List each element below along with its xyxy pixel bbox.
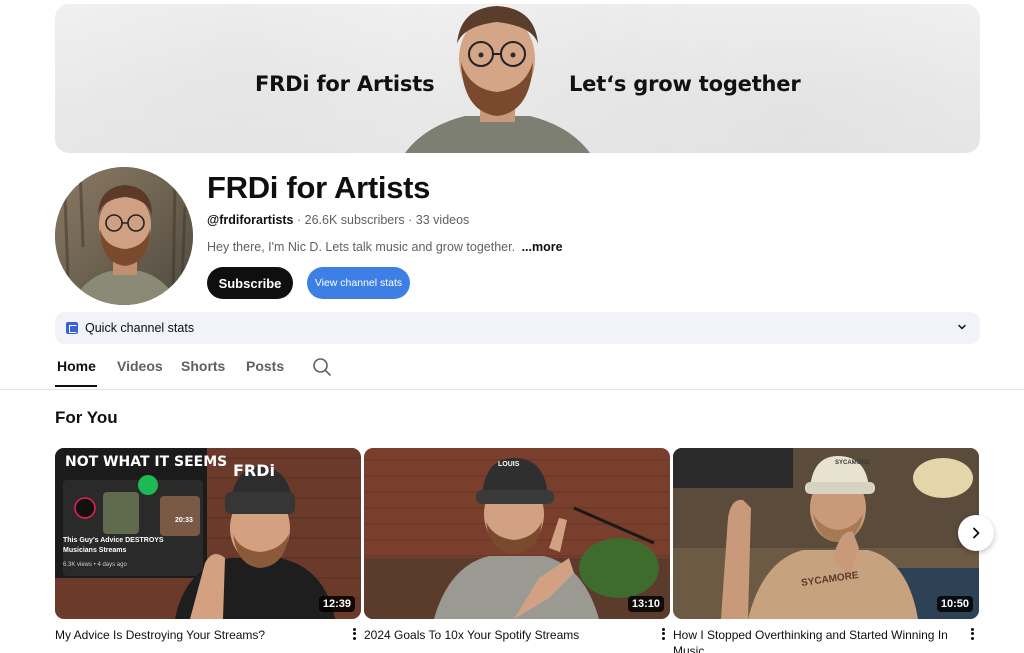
tab-videos[interactable]: Videos [117,358,163,386]
avatar-portrait [55,167,193,305]
more-options-icon[interactable] [969,626,975,642]
channel-description[interactable]: Hey there, I'm Nic D. Lets talk music an… [207,240,563,254]
channel-name: FRDi for Artists [207,170,431,205]
thumbnail-image [364,448,670,619]
thumbnail-image [55,448,361,619]
banner-right-text: Let‘s grow together [569,72,801,96]
channel-meta: @frdiforartists · 26.6K subscribers · 33… [207,213,469,227]
video-title[interactable]: My Advice Is Destroying Your Streams? [55,627,335,643]
video-card[interactable]: NOT WHAT IT SEEMS FRDi This Guy's Advice… [55,448,361,642]
video-title[interactable]: 2024 Goals To 10x Your Spotify Streams [364,627,644,643]
meta-separator: · [293,213,305,227]
quick-stats-label: Quick channel stats [85,321,195,335]
thumbnail-inner-duration: 20:33 [175,517,193,524]
chevron-down-icon[interactable] [956,321,968,333]
channel-avatar[interactable] [55,167,193,305]
video-duration: 13:10 [627,596,664,612]
thumbnail-headline: NOT WHAT IT SEEMS [65,454,228,470]
subscriber-count: 26.6K subscribers [304,213,405,227]
view-channel-stats-button[interactable]: View channel stats [307,267,410,299]
tabs-divider [0,389,1024,390]
thumbnail-cap-text: FRDi [233,461,276,480]
video-thumbnail[interactable]: SYCAMORE SYCAMORE 10:50 [673,448,979,619]
more-options-icon[interactable] [660,626,666,642]
channel-handle[interactable]: @frdiforartists [207,213,294,227]
thumbnail-cap-text: SYCAMORE [835,460,870,466]
tab-posts[interactable]: Posts [246,358,284,386]
video-card[interactable]: SYCAMORE SYCAMORE 10:50 How I Stopped Ov… [673,448,979,653]
thumbnail-inner-title: This Guy's Advice DESTROYS Musicians Str… [63,537,164,554]
tab-home[interactable]: Home [57,358,96,386]
thumbnail-cap-text: LOUIS [498,461,520,468]
chevron-right-icon [973,527,980,539]
thumbnail-image [673,448,979,619]
tab-shorts[interactable]: Shorts [181,358,225,386]
video-title[interactable]: How I Stopped Overthinking and Started W… [673,627,953,653]
search-icon[interactable] [312,357,332,377]
video-thumbnail[interactable]: LOUIS 13:10 [364,448,670,619]
more-link[interactable]: ...more [522,240,563,254]
subscribe-button[interactable]: Subscribe [207,267,293,299]
video-card[interactable]: LOUIS 13:10 2024 Goals To 10x Your Spoti… [364,448,670,642]
video-duration: 10:50 [936,596,973,612]
description-text: Hey there, I'm Nic D. Lets talk music an… [207,240,516,254]
quick-channel-stats-bar[interactable]: Quick channel stats [55,312,980,344]
more-options-icon[interactable] [351,626,357,642]
next-arrow-button[interactable] [958,515,994,551]
meta-separator: · [404,213,416,227]
channel-banner: FRDi for Artists Let‘s grow together [55,4,980,153]
video-duration: 12:39 [318,596,355,612]
active-tab-indicator [55,385,97,387]
section-title: For You [55,408,118,427]
video-count: 33 videos [415,213,470,227]
thumbnail-inner-meta: 6.3K views • 4 days ago [63,562,127,568]
video-thumbnail[interactable]: NOT WHAT IT SEEMS FRDi This Guy's Advice… [55,448,361,619]
chart-icon [66,322,78,334]
